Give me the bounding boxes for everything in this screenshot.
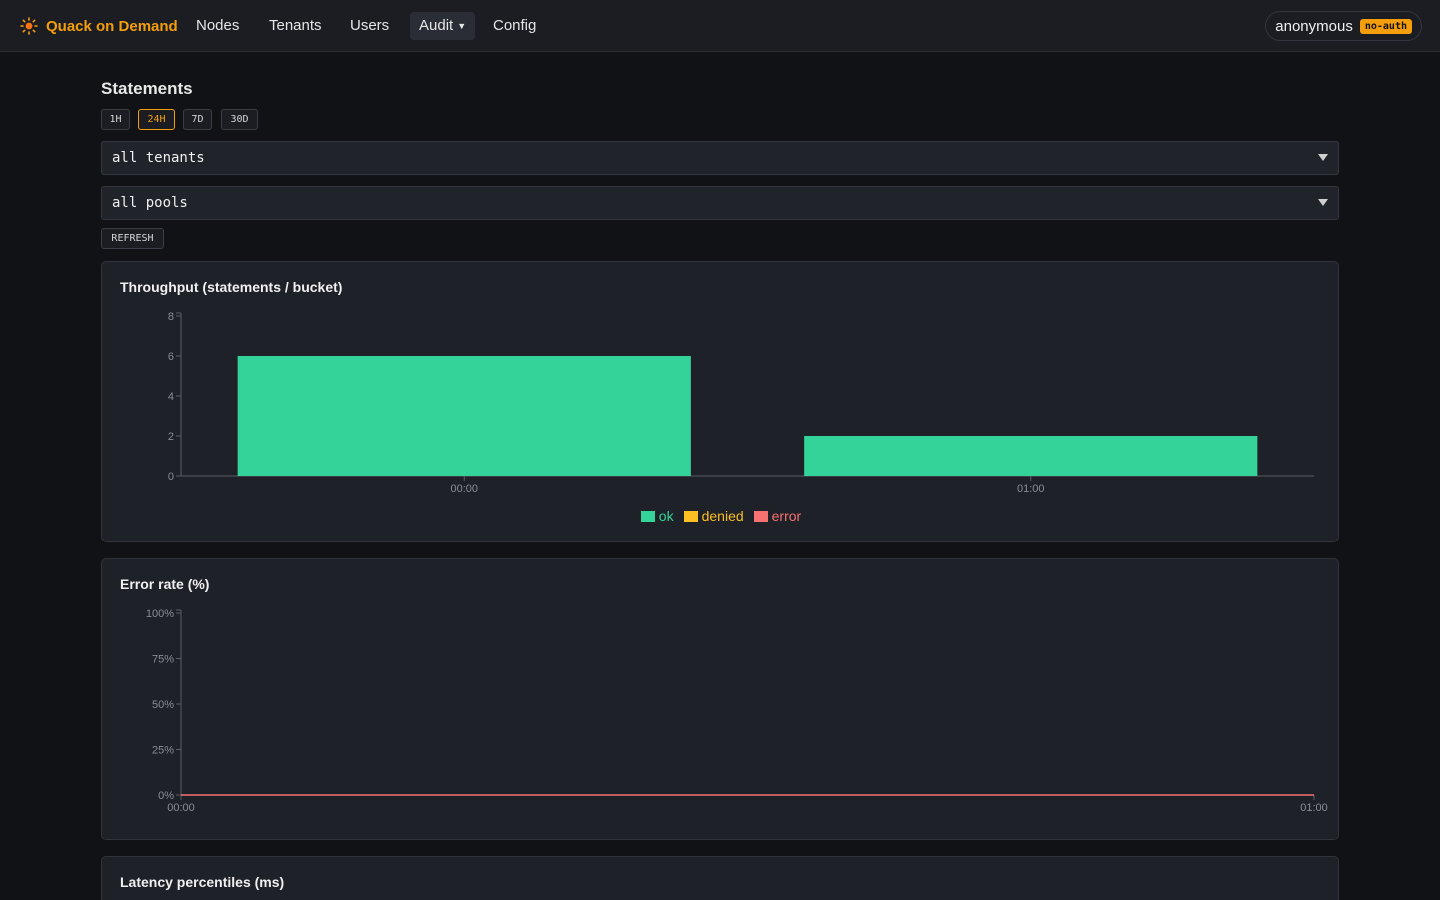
legend-item-error[interactable]: error xyxy=(753,508,802,524)
y-tick-label: 8 xyxy=(168,311,174,323)
legend-item-denied[interactable]: denied xyxy=(683,508,744,524)
error-rate-card: Error rate (%) 0% 25% 50% 75% 100% 00:00 01:00 xyxy=(101,558,1339,840)
legend-label-error: error xyxy=(771,508,802,524)
legend-swatch-ok xyxy=(640,510,655,522)
range-24h-button[interactable]: 24H xyxy=(138,109,175,130)
y-tick-label: 0 xyxy=(168,471,174,483)
x-tick-label: 01:00 xyxy=(1300,802,1328,814)
user-name: anonymous xyxy=(1275,17,1353,35)
auth-mode-badge: no-auth xyxy=(1359,18,1412,34)
legend-label-ok: ok xyxy=(658,508,674,524)
throughput-card: Throughput (statements / bucket) 0 2 4 6 8 00… xyxy=(101,261,1339,542)
y-tick-label: 0% xyxy=(158,790,174,802)
nav-audit[interactable]: Audit ▼ xyxy=(410,12,476,40)
y-tick-label: 2 xyxy=(168,431,174,443)
x-tick-label: 00:00 xyxy=(450,483,478,495)
x-tick-label: 00:00 xyxy=(167,802,195,814)
latency-card: Latency percentiles (ms) xyxy=(101,856,1339,900)
x-tick-label: 01:00 xyxy=(1017,483,1045,495)
nav-tenants[interactable]: Tenants xyxy=(260,12,331,40)
refresh-button[interactable]: REFRESH xyxy=(101,228,164,249)
y-tick-label: 50% xyxy=(152,699,174,711)
range-1h-button[interactable]: 1H xyxy=(101,109,130,130)
nav-config[interactable]: Config xyxy=(484,12,545,40)
throughput-chart: 0 2 4 6 8 00:00 01:00 xyxy=(168,311,1314,495)
sun-logo-icon xyxy=(20,17,38,35)
user-menu[interactable]: anonymous no-auth xyxy=(1265,11,1422,41)
legend-swatch-error xyxy=(753,510,768,522)
y-tick-label: 75% xyxy=(152,654,174,666)
y-tick-label: 6 xyxy=(168,351,174,363)
y-tick-label: 25% xyxy=(152,745,174,757)
legend-swatch-denied xyxy=(683,510,698,522)
tenant-select-value: all tenants xyxy=(112,150,205,166)
nav-audit-label: Audit xyxy=(419,17,454,34)
app-name: Quack on Demand xyxy=(46,17,178,35)
bar-ok xyxy=(237,356,691,476)
latency-chart-title: Latency percentiles (ms) xyxy=(120,874,285,890)
range-30d-button[interactable]: 30D xyxy=(221,109,258,130)
range-7d-button[interactable]: 7D xyxy=(183,109,212,130)
y-tick-label: 100% xyxy=(146,608,174,620)
page-title: Statements xyxy=(101,79,193,98)
nav-users[interactable]: Users xyxy=(341,12,398,40)
top-nav-bar: Quack on Demand Nodes Tenants Users Audi… xyxy=(0,0,1440,52)
pool-select-value: all pools xyxy=(112,195,188,211)
error-rate-chart: 0% 25% 50% 75% 100% 00:00 01:00 xyxy=(146,608,1328,814)
dropdown-arrow-icon xyxy=(1318,199,1328,206)
nav-nodes[interactable]: Nodes xyxy=(187,12,248,40)
y-tick-label: 4 xyxy=(168,391,174,403)
legend-item-ok[interactable]: ok xyxy=(640,508,674,524)
throughput-legend: ok denied error xyxy=(102,508,1340,524)
brand-link[interactable]: Quack on Demand xyxy=(20,16,178,36)
caret-down-icon: ▼ xyxy=(457,21,467,31)
pool-select[interactable]: all pools xyxy=(101,186,1339,220)
legend-label-denied: denied xyxy=(701,508,744,524)
bar-ok xyxy=(804,436,1258,476)
dropdown-arrow-icon xyxy=(1318,154,1328,161)
tenant-select[interactable]: all tenants xyxy=(101,141,1339,175)
